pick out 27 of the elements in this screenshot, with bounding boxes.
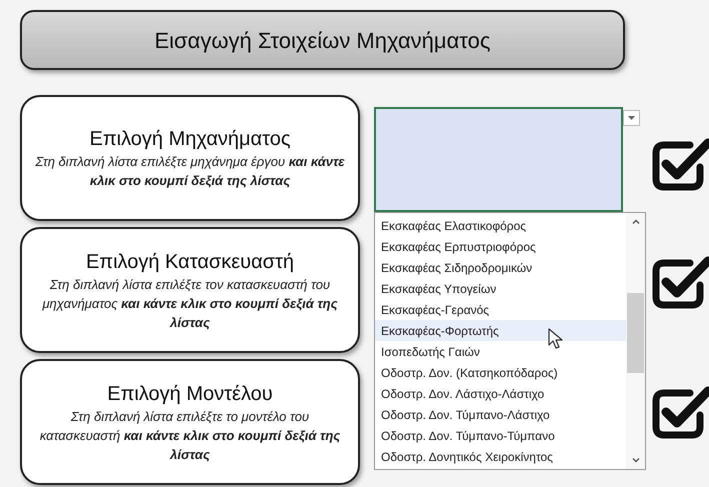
list-item[interactable]: Εκσκαφέας Ελαστικοφόρος [375, 215, 626, 236]
step-title: Επιλογή Κατασκευαστή [86, 250, 294, 274]
scroll-up-icon [632, 219, 640, 224]
list-item[interactable]: Εκσκαφέας-Φορτωτής [375, 320, 626, 341]
page-title: Εισαγωγή Στοιχείων Μηχανήματος [20, 10, 625, 70]
step-instructions: Στη διπλανή λίστα επιλέξτε μηχάνημα έργου και κάντε κλικ στο κουμπί δεξιά της λίστας [34, 153, 346, 190]
list-item[interactable]: Εκσκαφέας Σιδηροδρομικών [375, 257, 626, 278]
caret-icon [628, 116, 635, 120]
list-item[interactable]: Εκσκαφέας Ερπυστριοφόρος [375, 236, 626, 257]
scrollbar[interactable] [626, 213, 645, 469]
step-instructions: Στη διπλανή λίστα επιλέξτε τον κατασκευαστή του μηχανήματος και κάντε κλικ στο κουμπί δεξιά της λίστας [41, 276, 339, 332]
scroll-down-icon [632, 458, 640, 463]
step-instructions: Στη διπλανή λίστα επιλέξτε το μοντέλο του κατασκευαστή και κάντε κλικ στο κουμπί δεξιά της λίστας [38, 408, 342, 464]
list-item[interactable]: Εκσκαφέας-Γερανός [375, 299, 626, 320]
step-title: Επιλογή Μοντέλου [107, 382, 273, 406]
step-title: Επιλογή Μηχανήματος [90, 127, 290, 152]
list-item[interactable]: Οδοστρ. Δον. Τύμπανο-Τύμπανο [375, 425, 626, 446]
list-item[interactable]: Εκσκαφέας Υπογείων [375, 278, 626, 299]
dropdown-button[interactable] [623, 110, 640, 126]
selected-cell[interactable] [374, 107, 623, 212]
list-item[interactable]: Ισοπεδωτής Γαιών [375, 341, 626, 362]
list-item[interactable]: Οδοστρ. Δον. Τύμπανο-Λάστιχο [375, 404, 626, 425]
scrollbar-thumb[interactable] [627, 293, 644, 373]
list-item[interactable]: Οδοστρ. Δον. Λάστιχο-Λάστιχο [375, 383, 626, 404]
list-item[interactable]: Οδοστρ. Δον. (Κατσηκοπόδαρος) [375, 362, 626, 383]
mouse-cursor-icon [548, 328, 564, 350]
list-item[interactable]: Οδοστρ. Δονητικός Χειροκίνητος [375, 446, 626, 467]
